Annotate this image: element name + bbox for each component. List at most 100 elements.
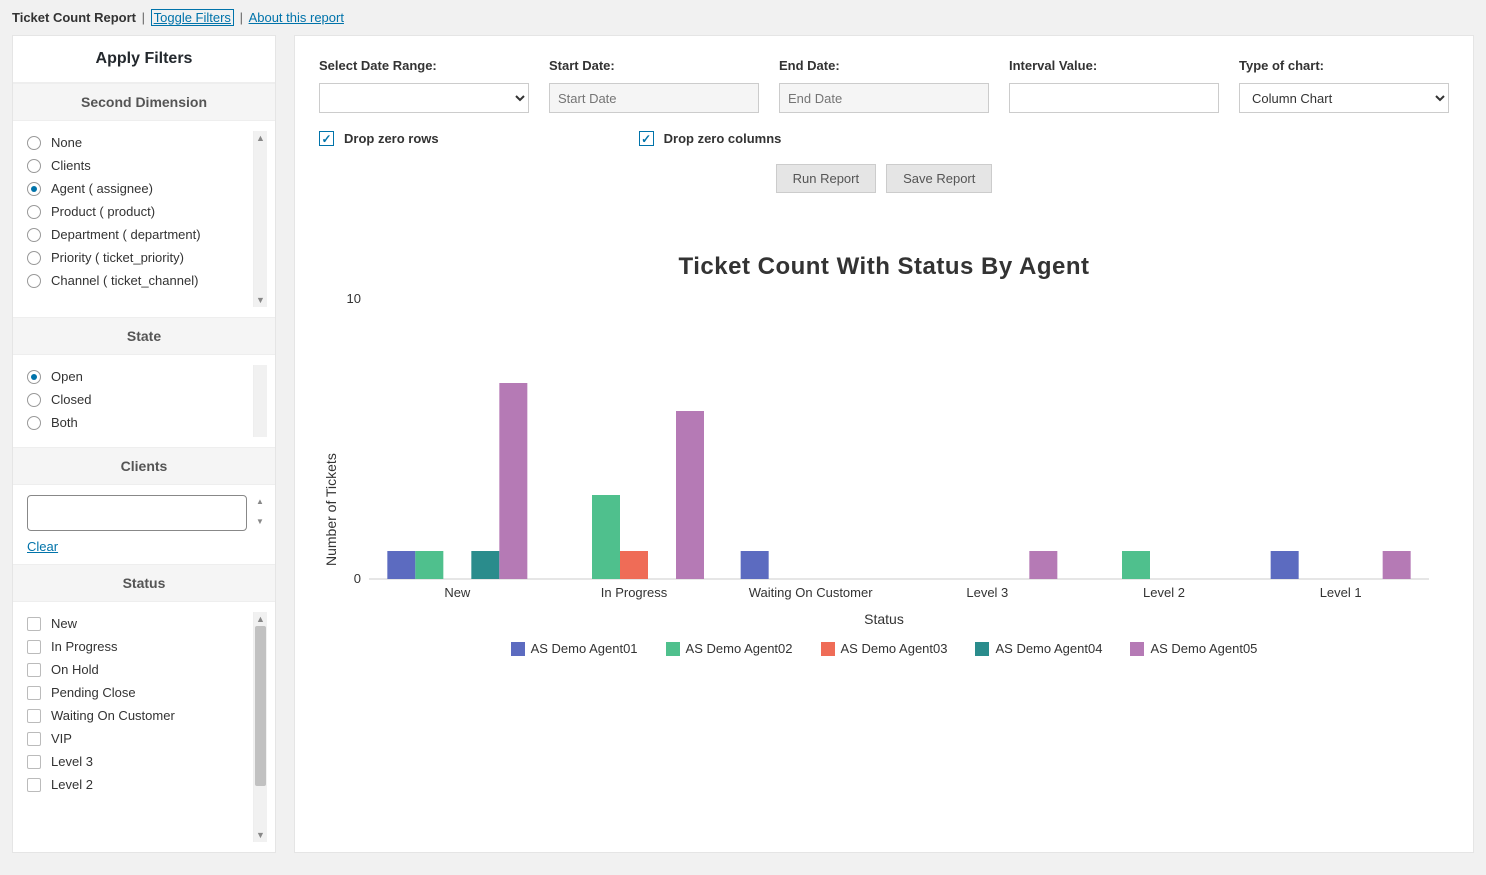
scroll-down-icon[interactable]: ▼ — [254, 828, 267, 842]
radio-option[interactable]: Priority ( ticket_priority) — [27, 246, 249, 269]
checkbox-icon — [27, 617, 41, 631]
clients-header: Clients — [13, 447, 275, 485]
checkbox-label: VIP — [51, 731, 72, 746]
checkbox-label: Level 3 — [51, 754, 93, 769]
checkbox-option[interactable]: Waiting On Customer — [27, 704, 249, 727]
scrollbar[interactable]: ▲ ▼ — [253, 131, 267, 307]
radio-option[interactable]: Agent ( assignee) — [27, 177, 249, 200]
clients-select[interactable] — [27, 495, 247, 531]
chart-type-select[interactable]: Column Chart — [1239, 83, 1449, 113]
legend-item: AS Demo Agent03 — [821, 641, 948, 656]
checkbox-label: New — [51, 616, 77, 631]
radio-label: Priority ( ticket_priority) — [51, 250, 184, 265]
check-icon: ✓ — [639, 131, 654, 146]
radio-icon — [27, 274, 41, 288]
radio-option[interactable]: Department ( department) — [27, 223, 249, 246]
scrollbar[interactable] — [253, 365, 267, 437]
radio-label: Product ( product) — [51, 204, 155, 219]
check-icon: ✓ — [319, 131, 334, 146]
topbar: Ticket Count Report | Toggle Filters | A… — [0, 0, 1486, 35]
drop-zero-columns-checkbox[interactable]: ✓ Drop zero columns — [639, 131, 782, 146]
legend-swatch — [666, 642, 680, 656]
save-report-button[interactable]: Save Report — [886, 164, 992, 193]
checkbox-icon — [27, 755, 41, 769]
radio-option[interactable]: Product ( product) — [27, 200, 249, 223]
radio-icon — [27, 228, 41, 242]
column-chart: 010NewIn ProgressWaiting On CustomerLeve… — [319, 289, 1439, 609]
state-header: State — [13, 317, 275, 355]
bar — [471, 551, 499, 579]
radio-option[interactable]: Closed — [27, 388, 249, 411]
checkbox-option[interactable]: On Hold — [27, 658, 249, 681]
checkbox-option[interactable]: VIP — [27, 727, 249, 750]
legend-label: AS Demo Agent02 — [686, 641, 793, 656]
interval-field[interactable] — [1009, 83, 1219, 113]
checkbox-option[interactable]: In Progress — [27, 635, 249, 658]
bar — [1029, 551, 1057, 579]
legend-label: AS Demo Agent05 — [1150, 641, 1257, 656]
radio-icon — [27, 416, 41, 430]
second-dimension-header: Second Dimension — [13, 83, 275, 121]
checkbox-option[interactable]: New — [27, 612, 249, 635]
end-date-field[interactable] — [779, 83, 989, 113]
radio-option[interactable]: Clients — [27, 154, 249, 177]
end-date-label: End Date: — [779, 58, 989, 73]
bar — [1271, 551, 1299, 579]
drop-zero-rows-checkbox[interactable]: ✓ Drop zero rows — [319, 131, 439, 146]
toggle-filters-link[interactable]: Toggle Filters — [151, 9, 234, 26]
svg-text:Waiting On Customer: Waiting On Customer — [749, 585, 873, 600]
checkbox-label: Level 2 — [51, 777, 93, 792]
radio-label: Both — [51, 415, 78, 430]
bar — [676, 411, 704, 579]
date-range-select[interactable] — [319, 83, 529, 113]
radio-option[interactable]: None — [27, 131, 249, 154]
radio-icon — [27, 393, 41, 407]
x-axis-label: Status — [319, 611, 1449, 627]
svg-text:Level 2: Level 2 — [1143, 585, 1185, 600]
radio-label: Open — [51, 369, 83, 384]
about-report-link[interactable]: About this report — [249, 10, 344, 25]
apply-filters-header: Apply Filters — [13, 36, 275, 83]
checkbox-icon — [27, 732, 41, 746]
page-title: Ticket Count Report — [12, 10, 136, 25]
checkbox-label: On Hold — [51, 662, 99, 677]
checkbox-icon — [27, 709, 41, 723]
radio-icon — [27, 182, 41, 196]
run-report-button[interactable]: Run Report — [776, 164, 876, 193]
checkbox-label: Waiting On Customer — [51, 708, 175, 723]
legend-label: AS Demo Agent01 — [531, 641, 638, 656]
bar — [1122, 551, 1150, 579]
checkbox-option[interactable]: Pending Close — [27, 681, 249, 704]
legend-swatch — [821, 642, 835, 656]
bar — [620, 551, 648, 579]
radio-option[interactable]: Open — [27, 365, 249, 388]
chart-title: Ticket Count With Status By Agent — [319, 253, 1449, 281]
legend-item: AS Demo Agent01 — [511, 641, 638, 656]
date-range-label: Select Date Range: — [319, 58, 529, 73]
scroll-down-icon[interactable]: ▼ — [254, 293, 267, 307]
scrollbar[interactable]: ▲ ▼ — [253, 612, 267, 842]
bar — [592, 495, 620, 579]
checkbox-option[interactable]: Level 3 — [27, 750, 249, 773]
spinner-down-icon[interactable]: ▼ — [253, 515, 267, 529]
svg-text:0: 0 — [354, 571, 361, 586]
start-date-field[interactable] — [549, 83, 759, 113]
scroll-up-icon[interactable]: ▲ — [254, 612, 267, 626]
bar — [415, 551, 443, 579]
y-axis-label: Number of Tickets — [323, 453, 339, 566]
radio-option[interactable]: Both — [27, 411, 249, 434]
sidebar: Apply Filters Second Dimension None Clien… — [12, 35, 276, 853]
spinner-up-icon[interactable]: ▲ — [253, 495, 267, 509]
scroll-thumb[interactable] — [255, 626, 266, 786]
radio-label: None — [51, 135, 82, 150]
legend-label: AS Demo Agent04 — [995, 641, 1102, 656]
clear-clients-link[interactable]: Clear — [27, 539, 58, 554]
legend-item: AS Demo Agent05 — [1130, 641, 1257, 656]
legend-swatch — [975, 642, 989, 656]
scroll-up-icon[interactable]: ▲ — [254, 131, 267, 145]
legend-swatch — [511, 642, 525, 656]
start-date-label: Start Date: — [549, 58, 759, 73]
radio-option[interactable]: Channel ( ticket_channel) — [27, 269, 249, 292]
radio-icon — [27, 159, 41, 173]
checkbox-option[interactable]: Level 2 — [27, 773, 249, 796]
